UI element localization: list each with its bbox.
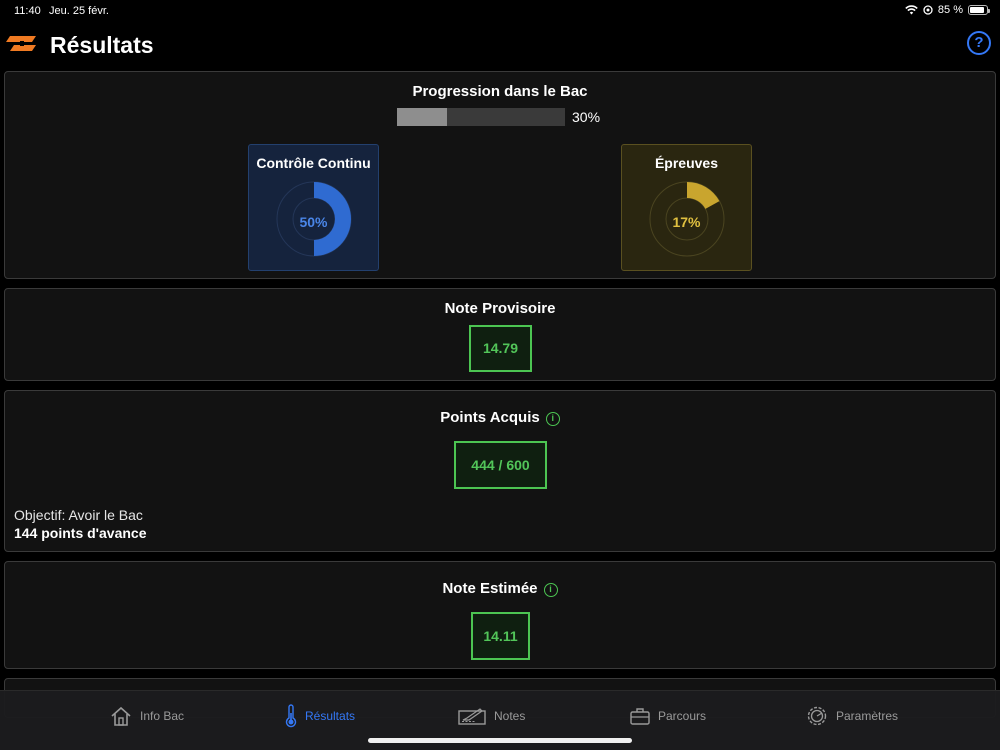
battery-percent: 85 % xyxy=(937,4,963,16)
help-button[interactable]: ? xyxy=(967,31,991,55)
progress-bar-fill xyxy=(397,108,448,126)
tab-label: Notes xyxy=(494,709,526,723)
status-date: Jeu. 25 févr. xyxy=(49,5,109,17)
header: Résultats ? xyxy=(0,24,1000,68)
note-estimee-header: Note Estimée i xyxy=(5,580,995,597)
note-provisoire-title: Note Provisoire xyxy=(444,300,556,317)
tab-notes[interactable]: Notes xyxy=(458,703,525,729)
note-estimee-title: Note Estimée xyxy=(442,580,538,597)
advance-text: 144 points d'avance xyxy=(14,525,147,541)
tab-label: Parcours xyxy=(658,709,707,723)
thermometer-icon xyxy=(285,704,297,728)
wifi-icon xyxy=(905,5,918,15)
progression-title: Progression dans le Bac xyxy=(412,83,588,100)
status-right: 85 % xyxy=(905,4,990,16)
tab-resultats[interactable]: Résultats xyxy=(285,703,355,729)
house-icon xyxy=(111,706,131,726)
tab-label: Paramètres xyxy=(836,709,899,723)
points-acquis-header: Points Acquis i xyxy=(5,409,995,426)
goal-text: Objectif: Avoir le Bac xyxy=(14,507,143,523)
controle-continu-gauge[interactable]: Contrôle Continu 50% xyxy=(248,144,379,271)
note-provisoire-value: 14.79 xyxy=(469,325,532,372)
gear-icon xyxy=(807,706,827,726)
epreuves-title: Épreuves xyxy=(654,155,719,171)
points-acquis-value: 444 / 600 xyxy=(454,441,547,489)
briefcase-icon xyxy=(630,708,650,725)
battery-icon xyxy=(968,5,990,15)
epreuves-gauge[interactable]: Épreuves 17% xyxy=(621,144,752,271)
controle-continu-percent: 50% xyxy=(299,214,328,230)
progress-percent: 30% xyxy=(572,109,601,125)
info-icon[interactable]: i xyxy=(543,583,558,597)
page-title: Résultats xyxy=(50,32,154,58)
progress-bar xyxy=(397,108,565,126)
note-estimee-card: Note Estimée i 14.11 xyxy=(4,561,996,669)
progression-card: Progression dans le Bac 30% Contrôle Con… xyxy=(4,71,996,279)
app-logo-icon xyxy=(6,36,36,51)
epreuves-arc xyxy=(687,182,720,209)
tab-parcours[interactable]: Parcours xyxy=(630,703,706,729)
pen-line-icon xyxy=(458,708,486,725)
info-icon[interactable]: i xyxy=(545,412,560,426)
epreuves-percent: 17% xyxy=(672,214,701,230)
tab-parametres[interactable]: Paramètres xyxy=(806,703,898,729)
controle-continu-title: Contrôle Continu xyxy=(256,155,371,171)
status-bar: 11:40 Jeu. 25 févr. 85 % xyxy=(0,0,1000,24)
tab-label: Info Bac xyxy=(140,709,185,723)
tab-info-bac[interactable]: Info Bac xyxy=(110,703,184,729)
points-acquis-title: Points Acquis xyxy=(440,409,540,426)
points-acquis-card: Points Acquis i 444 / 600 Objectif: Avoir… xyxy=(4,390,996,552)
tab-label: Résultats xyxy=(305,709,356,723)
note-provisoire-card: Note Provisoire 14.79 xyxy=(4,288,996,381)
note-estimee-value: 14.11 xyxy=(471,612,530,660)
location-lock-icon xyxy=(923,5,933,15)
home-indicator[interactable] xyxy=(368,738,632,743)
status-time: 11:40 xyxy=(14,5,41,17)
